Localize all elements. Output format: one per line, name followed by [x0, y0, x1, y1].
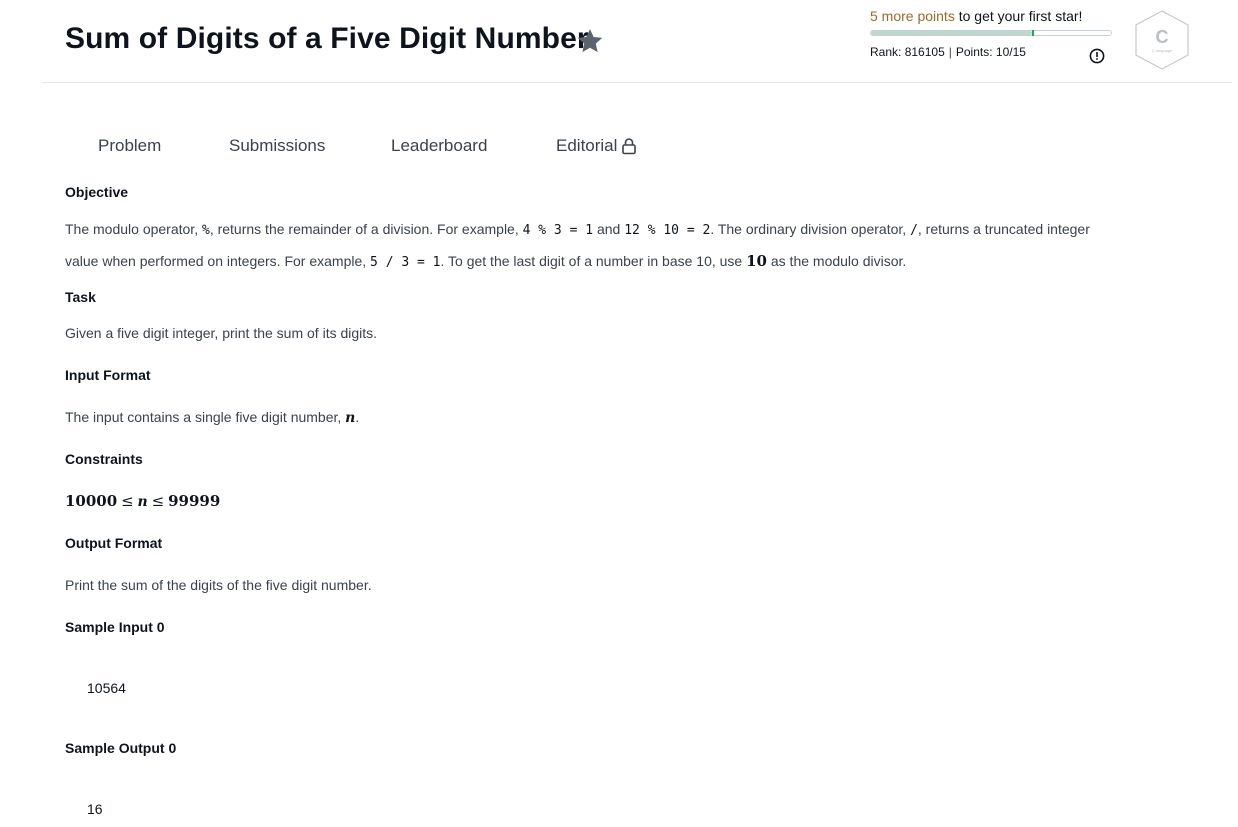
rank-points: Rank: 816105 | Points: 10/15 — [870, 45, 1026, 59]
tab-leaderboard[interactable]: Leaderboard — [391, 136, 487, 156]
tab-problem[interactable]: Problem — [98, 136, 161, 156]
sample-input-value: 10564 — [87, 680, 126, 696]
progress-bar-fill — [871, 31, 1032, 35]
input-format-heading: Input Format — [65, 367, 151, 383]
output-format-text: Print the sum of the digits of the five … — [65, 577, 372, 593]
c-language-badge[interactable]: C C language — [1133, 9, 1191, 71]
code-division: / — [910, 223, 918, 238]
task-text: Given a five digit integer, print the su… — [65, 325, 378, 341]
tab-editorial-label: Editorial — [556, 136, 618, 155]
task-heading: Task — [65, 289, 96, 305]
points-value: 10/15 — [995, 45, 1026, 59]
var-n: n — [345, 410, 356, 426]
input-format-text: The input contains a single five digit n… — [65, 409, 360, 426]
progress-marker — [1031, 30, 1034, 36]
challenge-header: Sum of Digits of a Five Digit Number 5 m… — [42, 0, 1232, 83]
code-modulo: % — [201, 223, 210, 238]
constraints-heading: Constraints — [65, 451, 143, 467]
math-ten: 10 — [746, 252, 767, 270]
sample-input-heading: Sample Input 0 — [65, 619, 165, 635]
rank-label: Rank: — [870, 45, 902, 59]
sample-output-value: 16 — [87, 801, 103, 817]
badge-subtitle: C language — [1152, 48, 1173, 53]
tab-submissions[interactable]: Submissions — [229, 136, 325, 156]
progress-bar — [870, 30, 1112, 36]
objective-heading: Objective — [65, 184, 129, 200]
tab-editorial[interactable]: Editorial — [556, 136, 637, 156]
progress-message: 5 more points to get your first star! — [870, 8, 1112, 24]
alert-circle-icon[interactable] — [1089, 48, 1105, 64]
progress-message-rest: to get your first star! — [954, 8, 1083, 24]
constraints-text: 10000 ≤ n ≤ 99999 — [65, 492, 221, 510]
objective-line-1: The modulo operator, %, returns the rema… — [65, 221, 1090, 238]
code-example-3: 5 / 3 = 1 — [370, 255, 441, 270]
star-icon[interactable] — [575, 26, 605, 56]
badge-letter: C — [1156, 27, 1169, 47]
output-format-heading: Output Format — [65, 535, 163, 551]
points-label: Points: — [955, 45, 993, 59]
rank-value: 816105 — [904, 45, 945, 59]
lock-icon — [622, 138, 637, 155]
star-progress: 5 more points to get your first star! Ra… — [870, 8, 1112, 72]
page: Sum of Digits of a Five Digit Number 5 m… — [0, 0, 1238, 827]
code-example-2: 12 % 10 = 2 — [624, 223, 711, 238]
page-title: Sum of Digits of a Five Digit Number — [65, 22, 589, 55]
sample-output-heading: Sample Output 0 — [65, 740, 177, 756]
points-needed: 5 more points — [870, 8, 955, 24]
code-example-1: 4 % 3 = 1 — [522, 223, 594, 238]
objective-line-2: value when performed on integers. For ex… — [65, 252, 907, 270]
